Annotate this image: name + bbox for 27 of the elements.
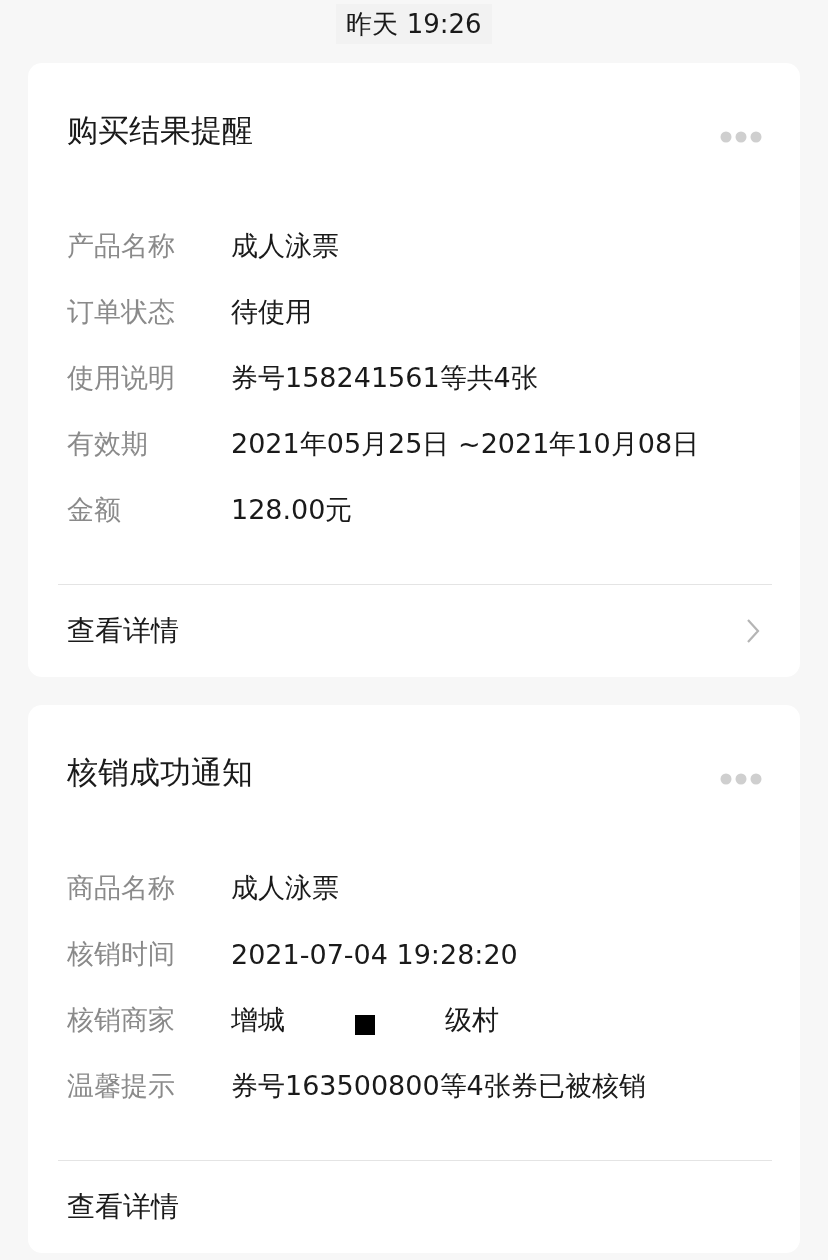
field-label: 温馨提示 — [67, 1069, 176, 1103]
field-label: 有效期 — [67, 427, 149, 461]
more-icon[interactable] — [720, 131, 762, 143]
field-value: 券号158241561等共4张 — [231, 361, 538, 395]
field-value: 128.00元 — [231, 493, 353, 527]
field-value: 2021-07-04 19:28:20 — [231, 938, 518, 970]
field-label: 产品名称 — [67, 229, 176, 263]
field-value: 级村 — [445, 1003, 499, 1037]
field-value: 待使用 — [231, 295, 312, 329]
field-label: 核销时间 — [67, 937, 176, 971]
more-icon[interactable] — [720, 773, 762, 785]
field-label: 使用说明 — [67, 361, 176, 395]
card-title: 核销成功通知 — [67, 753, 253, 792]
field-label: 商品名称 — [67, 871, 176, 905]
redaction-mark — [355, 1015, 375, 1035]
field-value: 成人泳票 — [231, 229, 339, 263]
field-value: 成人泳票 — [231, 871, 339, 905]
field-label: 核销商家 — [67, 1003, 176, 1037]
card-title: 购买结果提醒 — [67, 111, 253, 150]
field-value: 券号163500800等4张券已被核销 — [231, 1069, 646, 1103]
view-details-link[interactable]: 查看详情 — [58, 1160, 772, 1253]
field-label: 金额 — [67, 493, 122, 527]
field-label: 订单状态 — [67, 295, 176, 329]
view-details-link[interactable]: 查看详情 — [58, 584, 772, 677]
field-value: 增城 — [231, 1003, 285, 1037]
timestamp: 昨天 19:26 — [336, 4, 492, 44]
field-value: 2021年05月25日 ~2021年10月08日 — [231, 427, 700, 461]
